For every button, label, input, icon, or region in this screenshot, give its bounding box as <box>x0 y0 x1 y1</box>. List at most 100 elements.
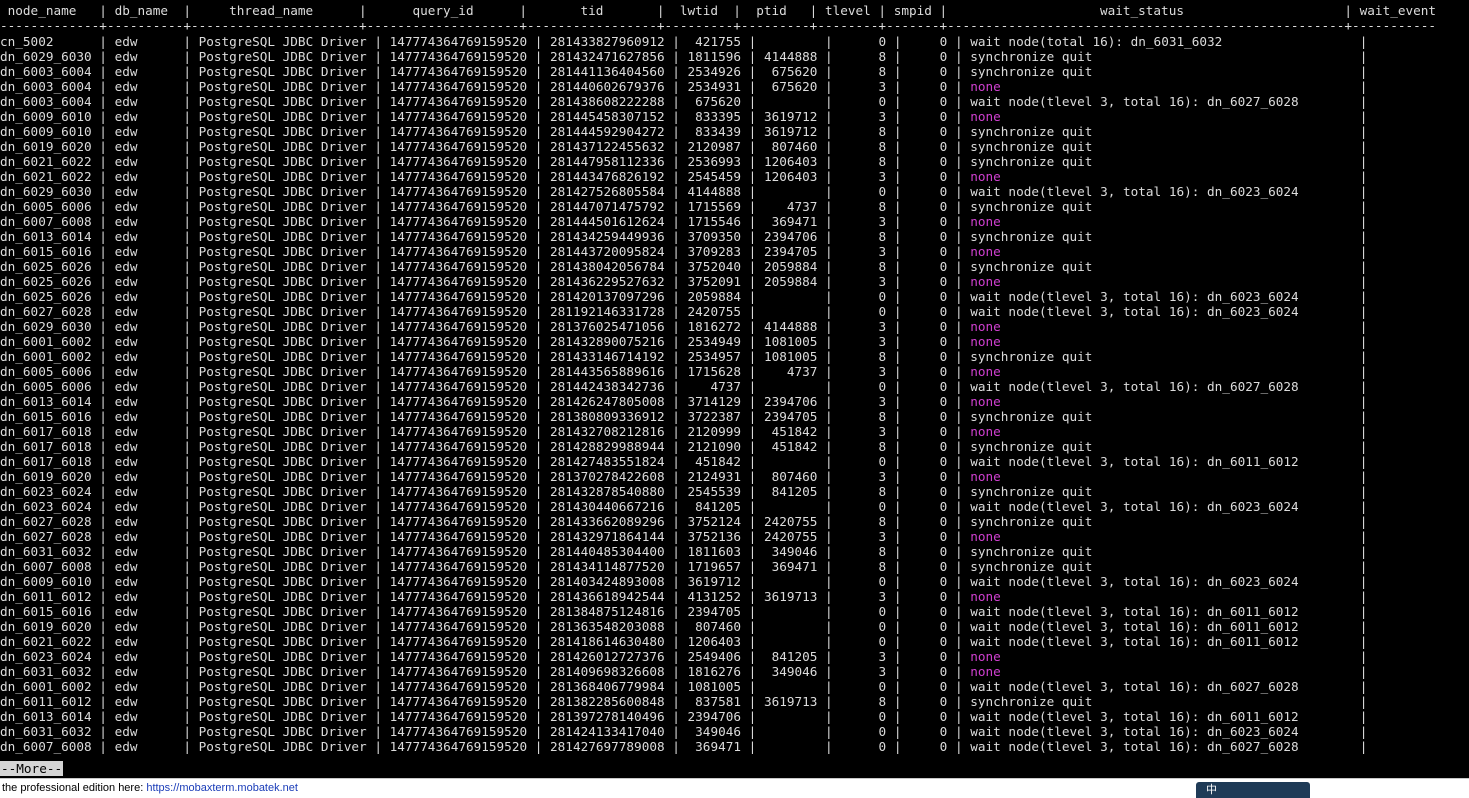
column-separator: | <box>366 64 390 79</box>
more-pager-prompt[interactable]: --More-- <box>0 761 64 776</box>
column-separator: | <box>1000 649 1368 664</box>
cell-ptid: 2420755 <box>763 529 818 544</box>
column-separator: | <box>664 184 688 199</box>
column-separator: | <box>947 334 971 349</box>
cell-wait-status: synchronize quit <box>970 199 1093 214</box>
cell-tlevel: 3 <box>840 79 887 94</box>
cell-node-name: dn_6019_6020 <box>0 139 92 154</box>
cell-tlevel: 0 <box>840 304 887 319</box>
column-separator: | <box>175 304 199 319</box>
column-separator: | <box>1000 334 1368 349</box>
cell-ptid: 1206403 <box>763 169 818 184</box>
cell-ptid <box>764 289 817 304</box>
column-separator: | <box>886 94 910 109</box>
cell-db-name: edw <box>114 739 176 754</box>
column-separator: | <box>527 199 551 214</box>
column-separator: | <box>741 409 764 424</box>
cell-tlevel: 0 <box>840 739 887 754</box>
cell-thread-name: PostgreSQL JDBC Driver <box>198 94 367 109</box>
cell-tid: 281432708212816 <box>550 424 665 439</box>
column-separator: | <box>741 379 764 394</box>
column-separator: | <box>175 184 199 199</box>
column-separator: | <box>527 139 551 154</box>
cell-node-name: dn_6029_6030 <box>0 184 92 199</box>
column-separator: | <box>664 409 688 424</box>
cell-tlevel: 3 <box>840 109 887 124</box>
cell-query-id: 147774364769159520 <box>389 49 528 64</box>
column-separator: | <box>817 484 841 499</box>
column-separator: | <box>1092 349 1368 364</box>
table-row: dn_6027_6028 | edw | PostgreSQL JDBC Dri… <box>0 304 1367 319</box>
column-separator: | <box>1092 229 1368 244</box>
column-separator: | <box>817 259 841 274</box>
column-separator: | <box>947 184 971 199</box>
column-separator: | <box>175 79 199 94</box>
status-message: the professional edition here: <box>2 782 144 794</box>
cell-db-name: edw <box>114 469 176 484</box>
cell-node-name: dn_6009_6010 <box>0 574 92 589</box>
ime-indicator[interactable]: 中 <box>1196 782 1310 798</box>
terminal-window[interactable]: node_name | db_name | thread_name | quer… <box>0 0 1469 778</box>
cell-node-name: dn_6001_6002 <box>0 679 92 694</box>
cell-db-name: edw <box>114 544 176 559</box>
cell-tid: 281427697789008 <box>550 739 665 754</box>
column-separator: | <box>947 94 971 109</box>
column-separator: | <box>175 169 199 184</box>
column-separator: | <box>886 334 910 349</box>
cell-lwtid: 349046 <box>687 724 742 739</box>
cell-ptid: 3619713 <box>763 589 818 604</box>
column-separator: | <box>817 184 841 199</box>
column-separator: | <box>664 529 688 544</box>
cell-ptid: 807460 <box>763 469 818 484</box>
cell-wait-status: none <box>970 169 1001 184</box>
column-separator: | <box>741 259 764 274</box>
table-row: dn_6013_6014 | edw | PostgreSQL JDBC Dri… <box>0 394 1367 409</box>
column-separator: | <box>527 634 551 649</box>
column-separator: | <box>741 319 764 334</box>
column-separator: | <box>366 319 390 334</box>
column-separator: | <box>91 739 115 754</box>
column-separator: | <box>366 244 390 259</box>
cell-thread-name: PostgreSQL JDBC Driver <box>198 439 367 454</box>
cell-tid: 281440602679376 <box>550 79 665 94</box>
mobaxterm-link[interactable]: https://mobaxterm.mobatek.net <box>146 782 298 794</box>
column-separator: | <box>366 604 390 619</box>
cell-node-name: dn_6013_6014 <box>0 229 92 244</box>
column-separator: | <box>1298 724 1368 739</box>
column-separator: | <box>527 679 551 694</box>
cell-tlevel: 8 <box>840 439 887 454</box>
column-separator: | <box>1222 34 1368 49</box>
cell-wait-status: synchronize quit <box>970 154 1093 169</box>
cell-tlevel: 8 <box>840 49 887 64</box>
column-separator: | <box>1000 169 1368 184</box>
cell-query-id: 147774364769159520 <box>389 124 528 139</box>
column-separator: | <box>366 529 390 544</box>
cell-ptid: 675620 <box>763 64 818 79</box>
column-separator: | <box>1298 499 1368 514</box>
column-separator: | <box>366 649 390 664</box>
cell-smpid: 0 <box>909 199 948 214</box>
column-separator: | <box>1092 694 1368 709</box>
column-separator: | <box>664 724 688 739</box>
cell-db-name: edw <box>114 409 176 424</box>
cell-db-name: edw <box>114 109 176 124</box>
column-separator: | <box>91 49 115 64</box>
cell-thread-name: PostgreSQL JDBC Driver <box>198 79 367 94</box>
cell-tlevel: 0 <box>840 574 887 589</box>
table-row: dn_6017_6018 | edw | PostgreSQL JDBC Dri… <box>0 454 1367 469</box>
cell-query-id: 147774364769159520 <box>389 349 528 364</box>
column-separator: | <box>817 274 841 289</box>
cell-thread-name: PostgreSQL JDBC Driver <box>198 64 367 79</box>
cell-tlevel: 0 <box>840 289 887 304</box>
column-separator: | <box>527 559 551 574</box>
cell-db-name: edw <box>114 304 176 319</box>
column-separator: | <box>817 349 841 364</box>
cell-ptid: 349046 <box>763 544 818 559</box>
column-separator: | <box>527 514 551 529</box>
cell-node-name: dn_6013_6014 <box>0 394 92 409</box>
column-separator: | <box>886 679 910 694</box>
column-separator: | <box>91 679 115 694</box>
column-separator: | <box>366 664 390 679</box>
cell-ptid: 841205 <box>763 484 818 499</box>
cell-lwtid: 2536993 <box>687 154 742 169</box>
